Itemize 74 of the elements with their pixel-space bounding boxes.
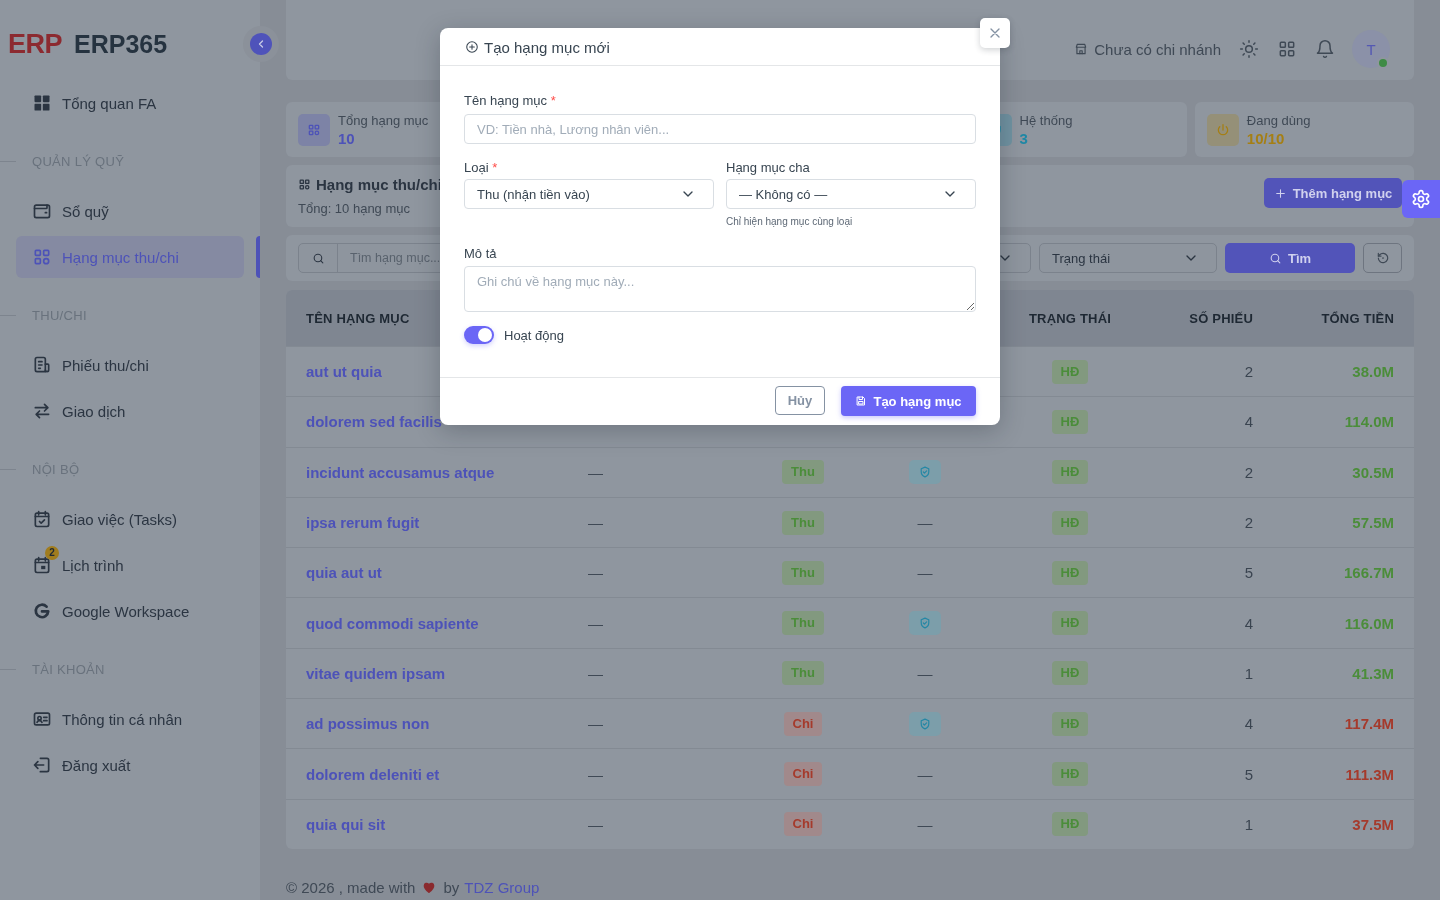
table-cell: 1 — [1244, 664, 1253, 682]
table-cell: — — [588, 564, 603, 582]
status-tag: HĐ — [1051, 510, 1089, 535]
amount-cell: 57.5M — [1352, 514, 1394, 532]
status-tag: HĐ — [1051, 560, 1089, 585]
table-cell: — — [588, 765, 603, 783]
table-cell: — — [917, 564, 933, 582]
amount-cell: 38.0M — [1352, 363, 1394, 381]
amount-cell: 116.0M — [1344, 614, 1394, 632]
type-tag: Chi — [783, 711, 823, 736]
stat-label: Hệ thống — [1019, 112, 1073, 128]
status-tag: HĐ — [1051, 409, 1089, 434]
table-cell: 2 — [1244, 463, 1253, 481]
table-cell: — — [588, 715, 603, 733]
field-label: Loại * — [464, 160, 498, 176]
table-cell: — — [588, 815, 603, 833]
type-tag: Thu — [782, 611, 824, 636]
table-cell: 2 — [1244, 514, 1253, 532]
column-header: TÊN HẠNG MỤC — [306, 310, 410, 326]
field-label: Hạng mục cha — [726, 160, 810, 176]
field-label: Tên hạng mục * — [464, 93, 556, 109]
table-cell: — — [917, 765, 933, 783]
table-cell: 2 — [1244, 363, 1253, 381]
amount-cell: 117.4M — [1344, 715, 1394, 733]
toggle-label: Hoạt động — [504, 327, 564, 343]
type-tag: Thu — [782, 560, 824, 585]
table-cell: 4 — [1244, 413, 1253, 431]
field-hint: Chỉ hiện hạng mục cùng loại — [726, 215, 853, 228]
field-label: Mô tả — [464, 246, 497, 262]
table-cell: — — [588, 463, 603, 481]
status-tag: HĐ — [1051, 711, 1089, 736]
column-header: SỐ PHIẾU — [1189, 310, 1253, 326]
status-tag: HĐ — [1051, 611, 1089, 636]
table-cell: — — [917, 514, 933, 532]
table-cell: 4 — [1244, 614, 1253, 632]
type-tag: Chi — [783, 762, 823, 786]
amount-cell: 41.3M — [1352, 664, 1394, 682]
table-cell: 5 — [1244, 564, 1253, 582]
stat-value: 10 — [338, 129, 356, 147]
notification-count: 2 — [45, 546, 59, 560]
table-cell: — — [917, 664, 933, 682]
dialog-title: Tạo hạng mục mới — [484, 38, 610, 56]
stat-label: Tổng hạng mục — [338, 112, 429, 128]
stat-value: 3 — [1019, 129, 1029, 147]
type-tag: Thu — [782, 460, 824, 485]
status-tag: HĐ — [1051, 661, 1089, 686]
type-tag: Thu — [782, 661, 824, 686]
type-tag: Thu — [782, 510, 824, 535]
status-tag: HĐ — [1051, 762, 1089, 786]
stat-value: 10/10 — [1246, 129, 1286, 147]
brand-name: ERP365 — [74, 29, 168, 59]
table-cell: — — [588, 614, 603, 632]
table-cell: 5 — [1244, 765, 1253, 783]
status-tag: HĐ — [1051, 812, 1089, 837]
table-cell: — — [588, 514, 603, 532]
table-cell: — — [588, 664, 603, 682]
stat-label: Đang dùng — [1246, 112, 1311, 128]
column-header: TỔNG TIỀN — [1321, 310, 1394, 326]
table-cell: — — [917, 815, 933, 833]
status-tag: HĐ — [1051, 359, 1089, 384]
type-tag: Chi — [783, 812, 823, 837]
amount-cell: 37.5M — [1352, 815, 1394, 833]
amount-cell: 114.0M — [1344, 413, 1394, 431]
logo-mark: ERP — [8, 28, 63, 60]
footer-credit: © 2026 , made with by TDZ Group — [286, 878, 541, 896]
page-subtitle: Tổng: 10 hạng mục — [298, 201, 412, 216]
amount-cell: 111.3M — [1345, 765, 1394, 783]
table-cell: 4 — [1244, 715, 1253, 733]
amount-cell: 30.5M — [1352, 463, 1394, 481]
page-title: Hạng mục thu/chi — [316, 176, 442, 193]
amount-cell: 166.7M — [1343, 564, 1394, 582]
table-cell: 1 — [1244, 815, 1253, 833]
column-header: TRẠNG THÁI — [1028, 310, 1112, 326]
status-tag: HĐ — [1051, 460, 1089, 485]
